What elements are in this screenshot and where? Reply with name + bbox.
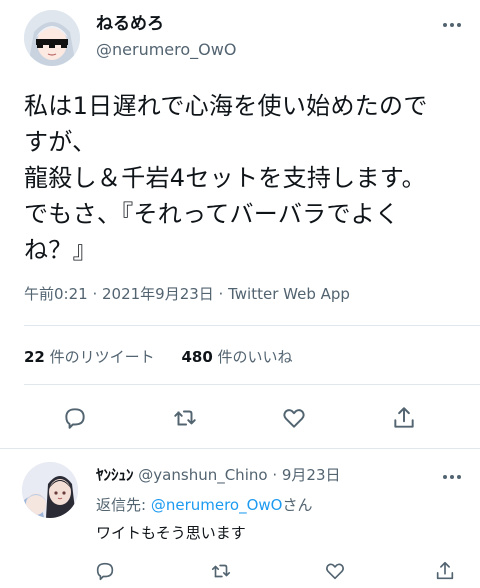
tweet-actions [0, 398, 480, 438]
reply-retweet-button[interactable] [208, 558, 234, 584]
retweet-icon [174, 410, 196, 426]
author-avatar[interactable] [24, 10, 80, 66]
like-icon [283, 409, 305, 428]
replying-to-suffix: さん [282, 496, 313, 514]
replying-to: 返信先: @nerumero_OwOさん [96, 494, 313, 515]
tweet-text: 私は1日遅れで心海を使い始めたので すが、 龍殺し＆千岩4セットを支持します。 … [24, 88, 464, 268]
tweet-text-line: でもさ、『それってバーバラでよく [24, 200, 400, 228]
retweet-button[interactable] [165, 398, 205, 438]
reply-share-button[interactable] [432, 558, 458, 584]
like-count: 480 [181, 348, 213, 366]
reply-author-avatar[interactable] [22, 462, 78, 518]
reply-text: ワイトもそう思います [96, 524, 246, 542]
like-count-link[interactable]: 480 件のいいね [181, 346, 292, 367]
reply-reply-button[interactable] [92, 558, 118, 584]
retweet-count: 22 [24, 348, 45, 366]
reply-button[interactable] [55, 398, 95, 438]
display-name[interactable]: ねるめろ [96, 12, 236, 36]
user-handle[interactable]: @nerumero_OwO [96, 38, 236, 62]
more-icon [443, 23, 461, 27]
more-icon [443, 475, 461, 479]
tweet-author[interactable]: ねるめろ @nerumero_OwO [96, 12, 236, 62]
retweet-count-link[interactable]: 22 件のリツイート [24, 346, 155, 367]
like-icon [326, 563, 344, 580]
share-icon [394, 407, 414, 428]
tweet-text-line: 龍殺し＆千岩4セットを支持します。 [24, 164, 426, 192]
share-button[interactable] [384, 398, 424, 438]
retweet-icon [211, 564, 231, 578]
reply-icon [65, 408, 85, 429]
reply-like-button[interactable] [322, 558, 348, 584]
like-button[interactable] [274, 398, 314, 438]
tweet-text-line: ね？』 [24, 236, 97, 264]
section-separator [0, 448, 480, 449]
reply-header: ﾔﾝｼｭﾝ @yanshun_Chino · 9月23日 [96, 464, 341, 485]
tweet-stats: 22 件のリツイート 480 件のいいね [24, 346, 315, 367]
reply-more-options-button[interactable] [440, 468, 464, 486]
divider [24, 384, 480, 385]
tweet-timestamp[interactable]: 午前0:21 · 2021年9月23日 · Twitter Web App [24, 283, 350, 304]
retweet-count-label: 件のリツイート [49, 348, 155, 366]
reply-separator: · [272, 466, 278, 484]
reply-user-handle[interactable]: @yanshun_Chino [138, 466, 267, 484]
reply-display-name[interactable]: ﾔﾝｼｭﾝ [96, 466, 134, 484]
tweet-text-line: すが、 [24, 128, 97, 156]
replying-to-link[interactable]: @nerumero_OwO [151, 496, 283, 514]
reply-icon [96, 562, 114, 581]
like-count-label: 件のいいね [217, 348, 293, 366]
tweet-text-line: 私は1日遅れで心海を使い始めたので [24, 92, 428, 120]
reply-date[interactable]: 9月23日 [282, 466, 341, 484]
more-options-button[interactable] [440, 16, 464, 34]
share-icon [436, 561, 454, 580]
divider [24, 325, 480, 326]
replying-to-prefix: 返信先: [96, 496, 151, 514]
reply-actions [0, 558, 480, 588]
